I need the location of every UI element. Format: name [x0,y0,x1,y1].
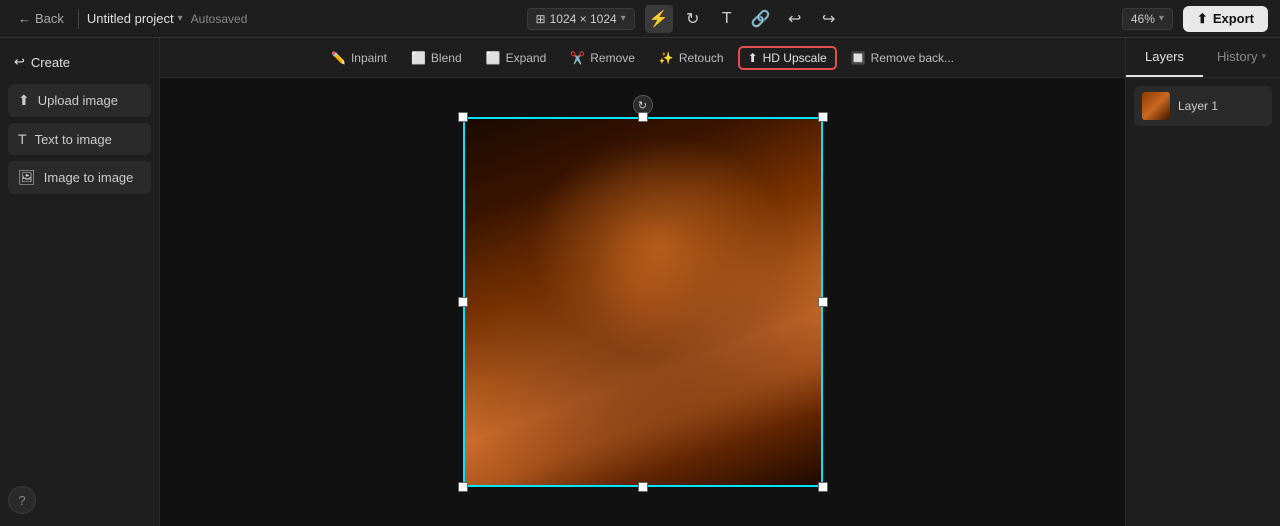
text-icon: T [18,131,27,147]
toolbar-icons: ⚡ ↻ T 🔗 ↩ ↪ [645,5,843,33]
top-bar: ← Back Untitled project ▾ Autosaved ⊞ 10… [0,0,1280,38]
canvas-viewport[interactable]: ↻ [160,78,1125,526]
divider [78,9,79,29]
top-bar-right: 46% ▾ ⬆ Export [1122,6,1268,32]
inpaint-label: Inpaint [351,51,387,65]
image-icon: 🖼 [18,169,36,186]
export-label: Export [1213,11,1254,26]
text-tool-button[interactable]: T [713,5,741,33]
main-content: ↩ Create ⬆ Upload image T Text to image … [0,38,1280,526]
remove-back-label: Remove back... [871,51,954,65]
image-to-image-button[interactable]: 🖼 Image to image [8,161,151,194]
project-name[interactable]: Untitled project ▾ [87,11,183,26]
layer-name: Layer 1 [1178,99,1218,113]
redo-button[interactable]: ↪ [815,5,843,33]
retouch-icon: ✨ [659,51,674,65]
canvas-size-text: 1024 × 1024 [550,12,617,26]
upload-image-button[interactable]: ⬆ Upload image [8,84,151,117]
expand-label: Expand [506,51,547,65]
resize-handle-mr[interactable] [818,297,828,307]
text-to-image-label: Text to image [35,132,112,147]
tab-layers[interactable]: Layers [1126,38,1203,77]
top-bar-left: ← Back Untitled project ▾ Autosaved [12,7,247,30]
resize-handle-ml[interactable] [458,297,468,307]
image-to-image-label: Image to image [44,170,134,185]
layers-tab-label: Layers [1145,49,1184,64]
blend-icon: ⬜ [411,51,426,65]
undo-button[interactable]: ↩ [781,5,809,33]
layer-thumbnail [1142,92,1170,120]
top-bar-center: ⊞ 1024 × 1024 ▾ ⚡ ↻ T 🔗 ↩ ↪ [259,5,1109,33]
help-button[interactable]: ? [8,486,36,514]
retouch-label: Retouch [679,51,724,65]
right-sidebar-tabs: Layers History ▾ [1126,38,1280,78]
autosaved-status: Autosaved [191,12,248,26]
canvas-size-chevron-icon: ▾ [621,13,626,24]
resize-handle-tl[interactable] [458,112,468,122]
back-label: Back [35,11,64,26]
remove-tool-button[interactable]: ✂️ Remove [560,46,645,70]
create-label: Create [31,55,70,70]
canvas-icon: ⊞ [536,12,546,26]
upload-image-label: Upload image [38,93,118,108]
create-header: ↩ Create [8,50,151,78]
canvas-image-container[interactable]: ↻ [463,117,823,487]
create-arrow-icon: ↩ [14,54,25,70]
retouch-tool-button[interactable]: ✨ Retouch [649,46,734,70]
text-to-image-button[interactable]: T Text to image [8,123,151,155]
tab-history[interactable]: History ▾ [1203,38,1280,77]
export-icon: ⬆ [1197,11,1208,27]
zoom-chevron-icon: ▾ [1159,13,1164,24]
export-button[interactable]: ⬆ Export [1183,6,1268,32]
back-arrow-icon: ← [18,11,31,26]
zoom-control[interactable]: 46% ▾ [1122,8,1173,30]
hd-upscale-icon: ⬆ [748,51,758,65]
resize-handle-br[interactable] [818,482,828,492]
link-tool-button[interactable]: 🔗 [747,5,775,33]
canvas-area: ✏️ Inpaint ⬜ Blend ⬜ Expand ✂️ Remove ✨ … [160,38,1125,526]
hd-upscale-label: HD Upscale [763,51,827,65]
layer-item[interactable]: Layer 1 [1134,86,1272,126]
remove-icon: ✂️ [570,51,585,65]
portrait-overlay [463,117,823,487]
expand-tool-button[interactable]: ⬜ Expand [476,46,557,70]
tool-bar: ✏️ Inpaint ⬜ Blend ⬜ Expand ✂️ Remove ✨ … [160,38,1125,78]
remove-background-tool-button[interactable]: 🔲 Remove back... [841,46,964,70]
upload-icon: ⬆ [18,92,30,109]
history-tab-content: History ▾ [1217,49,1266,64]
remove-bg-icon: 🔲 [851,51,866,65]
resize-handle-tr[interactable] [818,112,828,122]
sidebar-bottom: ? [8,486,151,514]
resize-handle-bm[interactable] [638,482,648,492]
history-tab-label: History [1217,49,1257,64]
canvas-size-control[interactable]: ⊞ 1024 × 1024 ▾ [527,8,635,30]
blend-tool-button[interactable]: ⬜ Blend [401,46,472,70]
zoom-level-text: 46% [1131,12,1155,26]
chevron-down-icon: ▾ [178,13,183,24]
canvas-image [463,117,823,487]
inpaint-icon: ✏️ [331,51,346,65]
layers-panel: Layer 1 [1126,78,1280,134]
back-button[interactable]: ← Back [12,7,70,30]
blend-label: Blend [431,51,462,65]
resize-handle-bl[interactable] [458,482,468,492]
right-sidebar: Layers History ▾ Layer 1 [1125,38,1280,526]
generate-tool-button[interactable]: ⚡ [645,5,673,33]
left-sidebar: ↩ Create ⬆ Upload image T Text to image … [0,38,160,526]
hd-upscale-tool-button[interactable]: ⬆ HD Upscale [738,46,837,70]
resize-handle-tm[interactable] [638,112,648,122]
expand-icon: ⬜ [486,51,501,65]
project-name-text: Untitled project [87,11,174,26]
inpaint-tool-button[interactable]: ✏️ Inpaint [321,46,397,70]
remove-label: Remove [590,51,635,65]
rotate-tool-button[interactable]: ↻ [679,5,707,33]
history-chevron-icon: ▾ [1261,51,1266,62]
